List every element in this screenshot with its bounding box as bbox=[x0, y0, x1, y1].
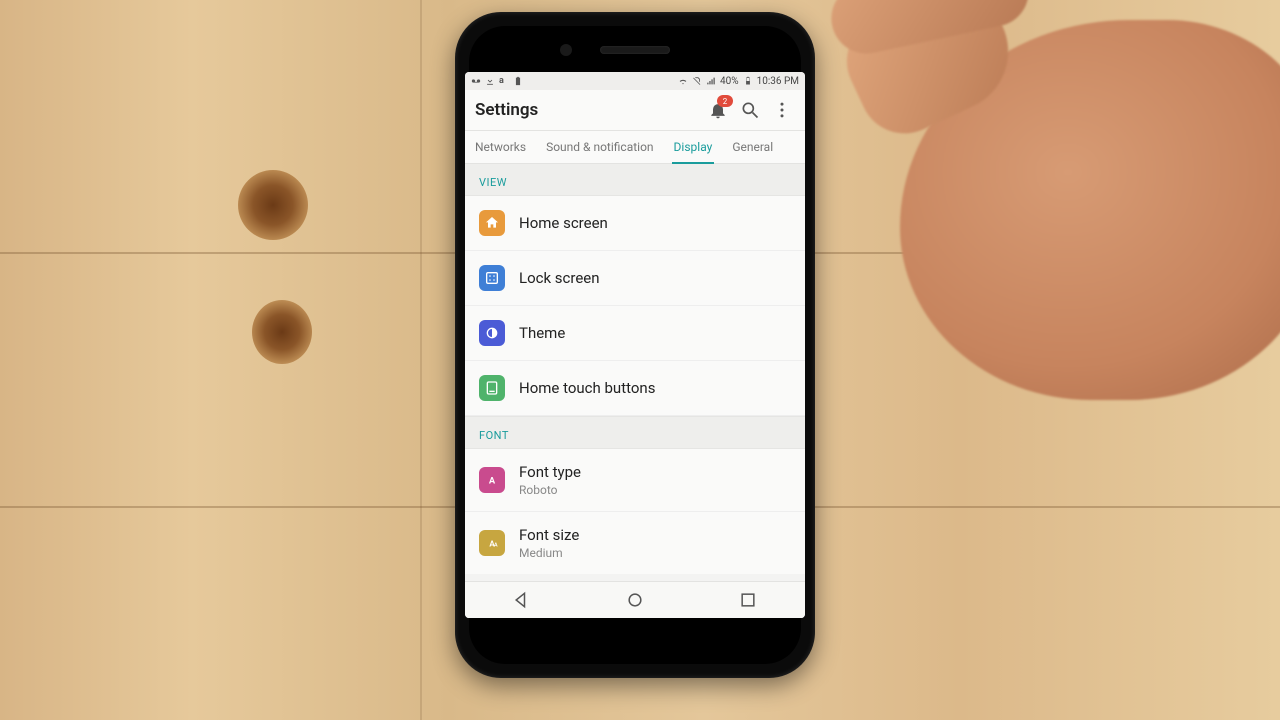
section-header-font: FONT bbox=[465, 416, 805, 449]
tab-sound[interactable]: Sound & notification bbox=[536, 131, 663, 163]
phone-screen: a 40% bbox=[465, 72, 805, 618]
phone-frame: a 40% bbox=[455, 12, 815, 678]
font-size-icon: AA bbox=[479, 530, 505, 556]
row-label: Home touch buttons bbox=[519, 379, 655, 397]
voicemail-icon bbox=[471, 76, 481, 86]
tab-label: Display bbox=[674, 140, 713, 154]
app-bar: Settings 2 bbox=[465, 90, 805, 131]
battery-percent: 40% bbox=[720, 76, 739, 87]
row-label: Theme bbox=[519, 324, 565, 342]
wifi-icon bbox=[678, 76, 688, 86]
row-font-size[interactable]: AA Font size Medium bbox=[465, 512, 805, 574]
theme-icon bbox=[479, 320, 505, 346]
row-sublabel: Roboto bbox=[519, 483, 581, 497]
page-title: Settings bbox=[475, 100, 699, 120]
row-theme[interactable]: Theme bbox=[465, 306, 805, 361]
row-font-type[interactable]: A Font type Roboto bbox=[465, 449, 805, 512]
svg-text:A: A bbox=[494, 542, 498, 548]
touch-buttons-icon bbox=[479, 375, 505, 401]
search-button[interactable] bbox=[737, 97, 763, 123]
row-label: Font size bbox=[519, 526, 579, 544]
row-home-touch-buttons[interactable]: Home touch buttons bbox=[465, 361, 805, 416]
front-camera bbox=[560, 44, 572, 56]
tab-label: General bbox=[732, 140, 773, 154]
android-nav-bar bbox=[465, 581, 805, 618]
tab-networks[interactable]: Networks bbox=[465, 131, 536, 163]
lock-grid-icon bbox=[479, 265, 505, 291]
row-home-screen[interactable]: Home screen bbox=[465, 196, 805, 251]
svg-text:A: A bbox=[489, 475, 496, 486]
a-icon: a bbox=[499, 76, 509, 86]
notifications-badge: 2 bbox=[717, 95, 733, 107]
font-a-icon: A bbox=[479, 467, 505, 493]
download-icon bbox=[485, 76, 495, 86]
earpiece bbox=[600, 46, 670, 54]
tab-label: Sound & notification bbox=[546, 140, 653, 154]
row-label: Home screen bbox=[519, 214, 608, 232]
nav-back-button[interactable] bbox=[510, 588, 534, 612]
row-lock-screen[interactable]: Lock screen bbox=[465, 251, 805, 306]
row-label: Lock screen bbox=[519, 269, 600, 287]
no-sim-icon bbox=[692, 76, 702, 86]
nav-home-button[interactable] bbox=[623, 588, 647, 612]
tab-label: Networks bbox=[475, 140, 526, 154]
signal-icon bbox=[706, 76, 716, 86]
row-label: Font type bbox=[519, 463, 581, 481]
tab-general[interactable]: General bbox=[722, 131, 783, 163]
nav-recents-button[interactable] bbox=[736, 588, 760, 612]
section-header-view: VIEW bbox=[465, 164, 805, 196]
status-time: 10:36 PM bbox=[757, 76, 799, 87]
row-sublabel: Medium bbox=[519, 546, 579, 560]
tabs: Networks Sound & notification Display Ge… bbox=[465, 131, 805, 164]
tab-display[interactable]: Display bbox=[664, 131, 723, 163]
home-icon bbox=[479, 210, 505, 236]
status-bar: a 40% bbox=[465, 72, 805, 90]
scene-background: a 40% bbox=[0, 0, 1280, 720]
notifications-button[interactable]: 2 bbox=[705, 97, 731, 123]
overflow-menu-button[interactable] bbox=[769, 97, 795, 123]
settings-content[interactable]: VIEW Home screen Lock screen bbox=[465, 164, 805, 618]
battery-icon bbox=[743, 76, 753, 86]
battery-small-icon bbox=[513, 76, 523, 86]
